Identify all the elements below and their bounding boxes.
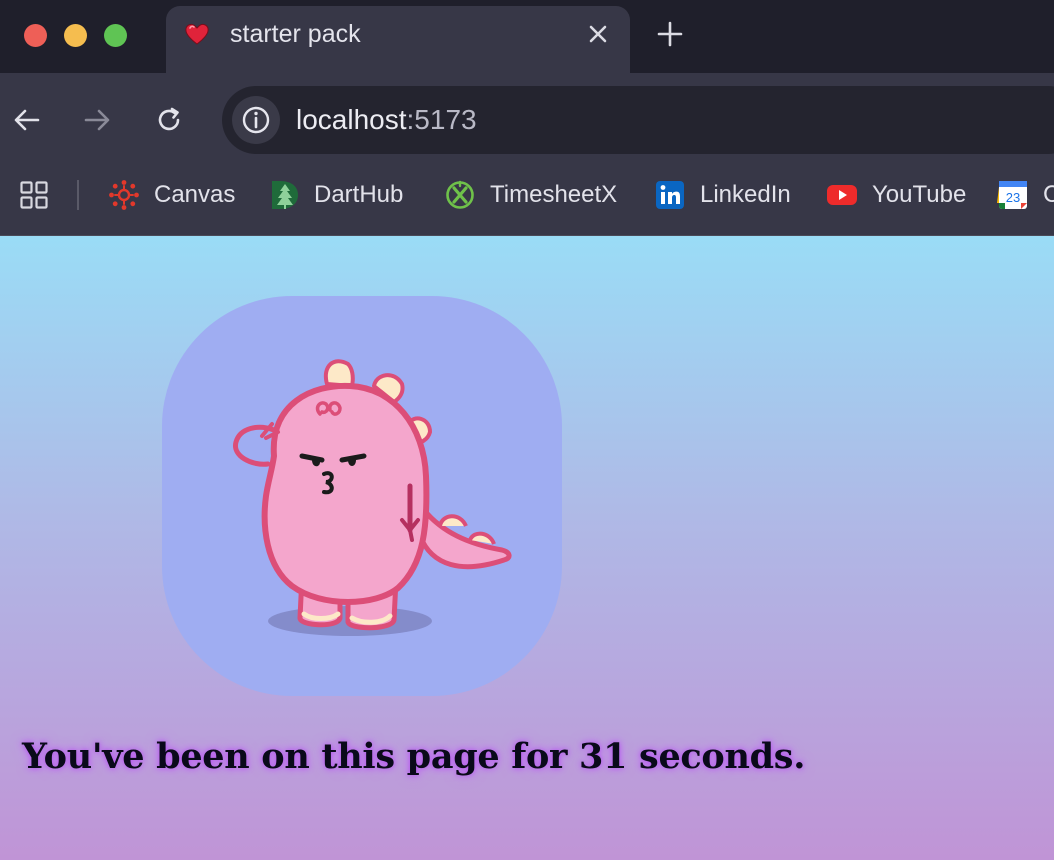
back-arrow-icon[interactable] [12,105,42,135]
heart-icon [185,23,209,45]
bookmark-youtube[interactable]: YouTube [826,177,966,213]
linkedin-icon [656,181,684,209]
bookmark-label: LinkedIn [700,181,791,208]
tab-title: starter pack [230,20,361,48]
page-content: You've been on this page for 31 seconds. [0,236,1054,860]
calendar-icon: 23 [997,181,1027,209]
dinosaur-illustration [233,359,512,636]
new-tab-button[interactable] [652,16,688,52]
canvas-icon [109,180,139,210]
tab-strip: starter pack [0,0,1054,73]
browser-toolbar: localhost:5173 [0,73,1054,165]
address-bar[interactable]: localhost:5173 [222,86,1054,154]
bookmark-calendar[interactable]: 23 C [997,177,1054,213]
tab-close-icon[interactable] [584,20,612,48]
calendar-icon-date: 23 [1006,190,1020,205]
bookmark-linkedin[interactable]: LinkedIn [654,177,791,213]
site-info-button[interactable] [232,96,280,144]
forward-arrow-icon[interactable] [82,105,112,135]
close-window-button[interactable] [24,24,47,47]
bookmark-label: YouTube [872,181,967,208]
bookmark-darthub[interactable]: DartHub [268,177,403,213]
youtube-icon [827,185,857,205]
bookmark-timesheetx[interactable]: TimesheetX [444,177,617,213]
bookmark-label: DartHub [314,181,404,208]
bookmark-label: Canvas [154,181,236,208]
bookmarks-bar: Canvas DartHub TimesheetX LinkedIn YouTu… [0,165,1054,236]
minimize-window-button[interactable] [64,24,87,47]
apps-grid-icon[interactable] [20,181,48,209]
avatar-card [162,296,562,696]
bookmark-label: C [1043,181,1054,208]
url-host: localhost [296,104,407,135]
bookmarks-divider [77,180,79,210]
timesheetx-icon [446,180,474,209]
bookmark-canvas[interactable]: Canvas [108,177,235,213]
tab-starter-pack[interactable]: starter pack [166,6,630,73]
page-timer-text: You've been on this page for 31 seconds. [22,736,806,777]
info-icon [242,106,270,134]
url-port: :5173 [406,104,477,135]
bookmark-label: TimesheetX [490,181,618,208]
reload-icon[interactable] [154,105,184,135]
maximize-window-button[interactable] [104,24,127,47]
darthub-icon [272,181,298,209]
url-text[interactable]: localhost:5173 [296,104,477,136]
